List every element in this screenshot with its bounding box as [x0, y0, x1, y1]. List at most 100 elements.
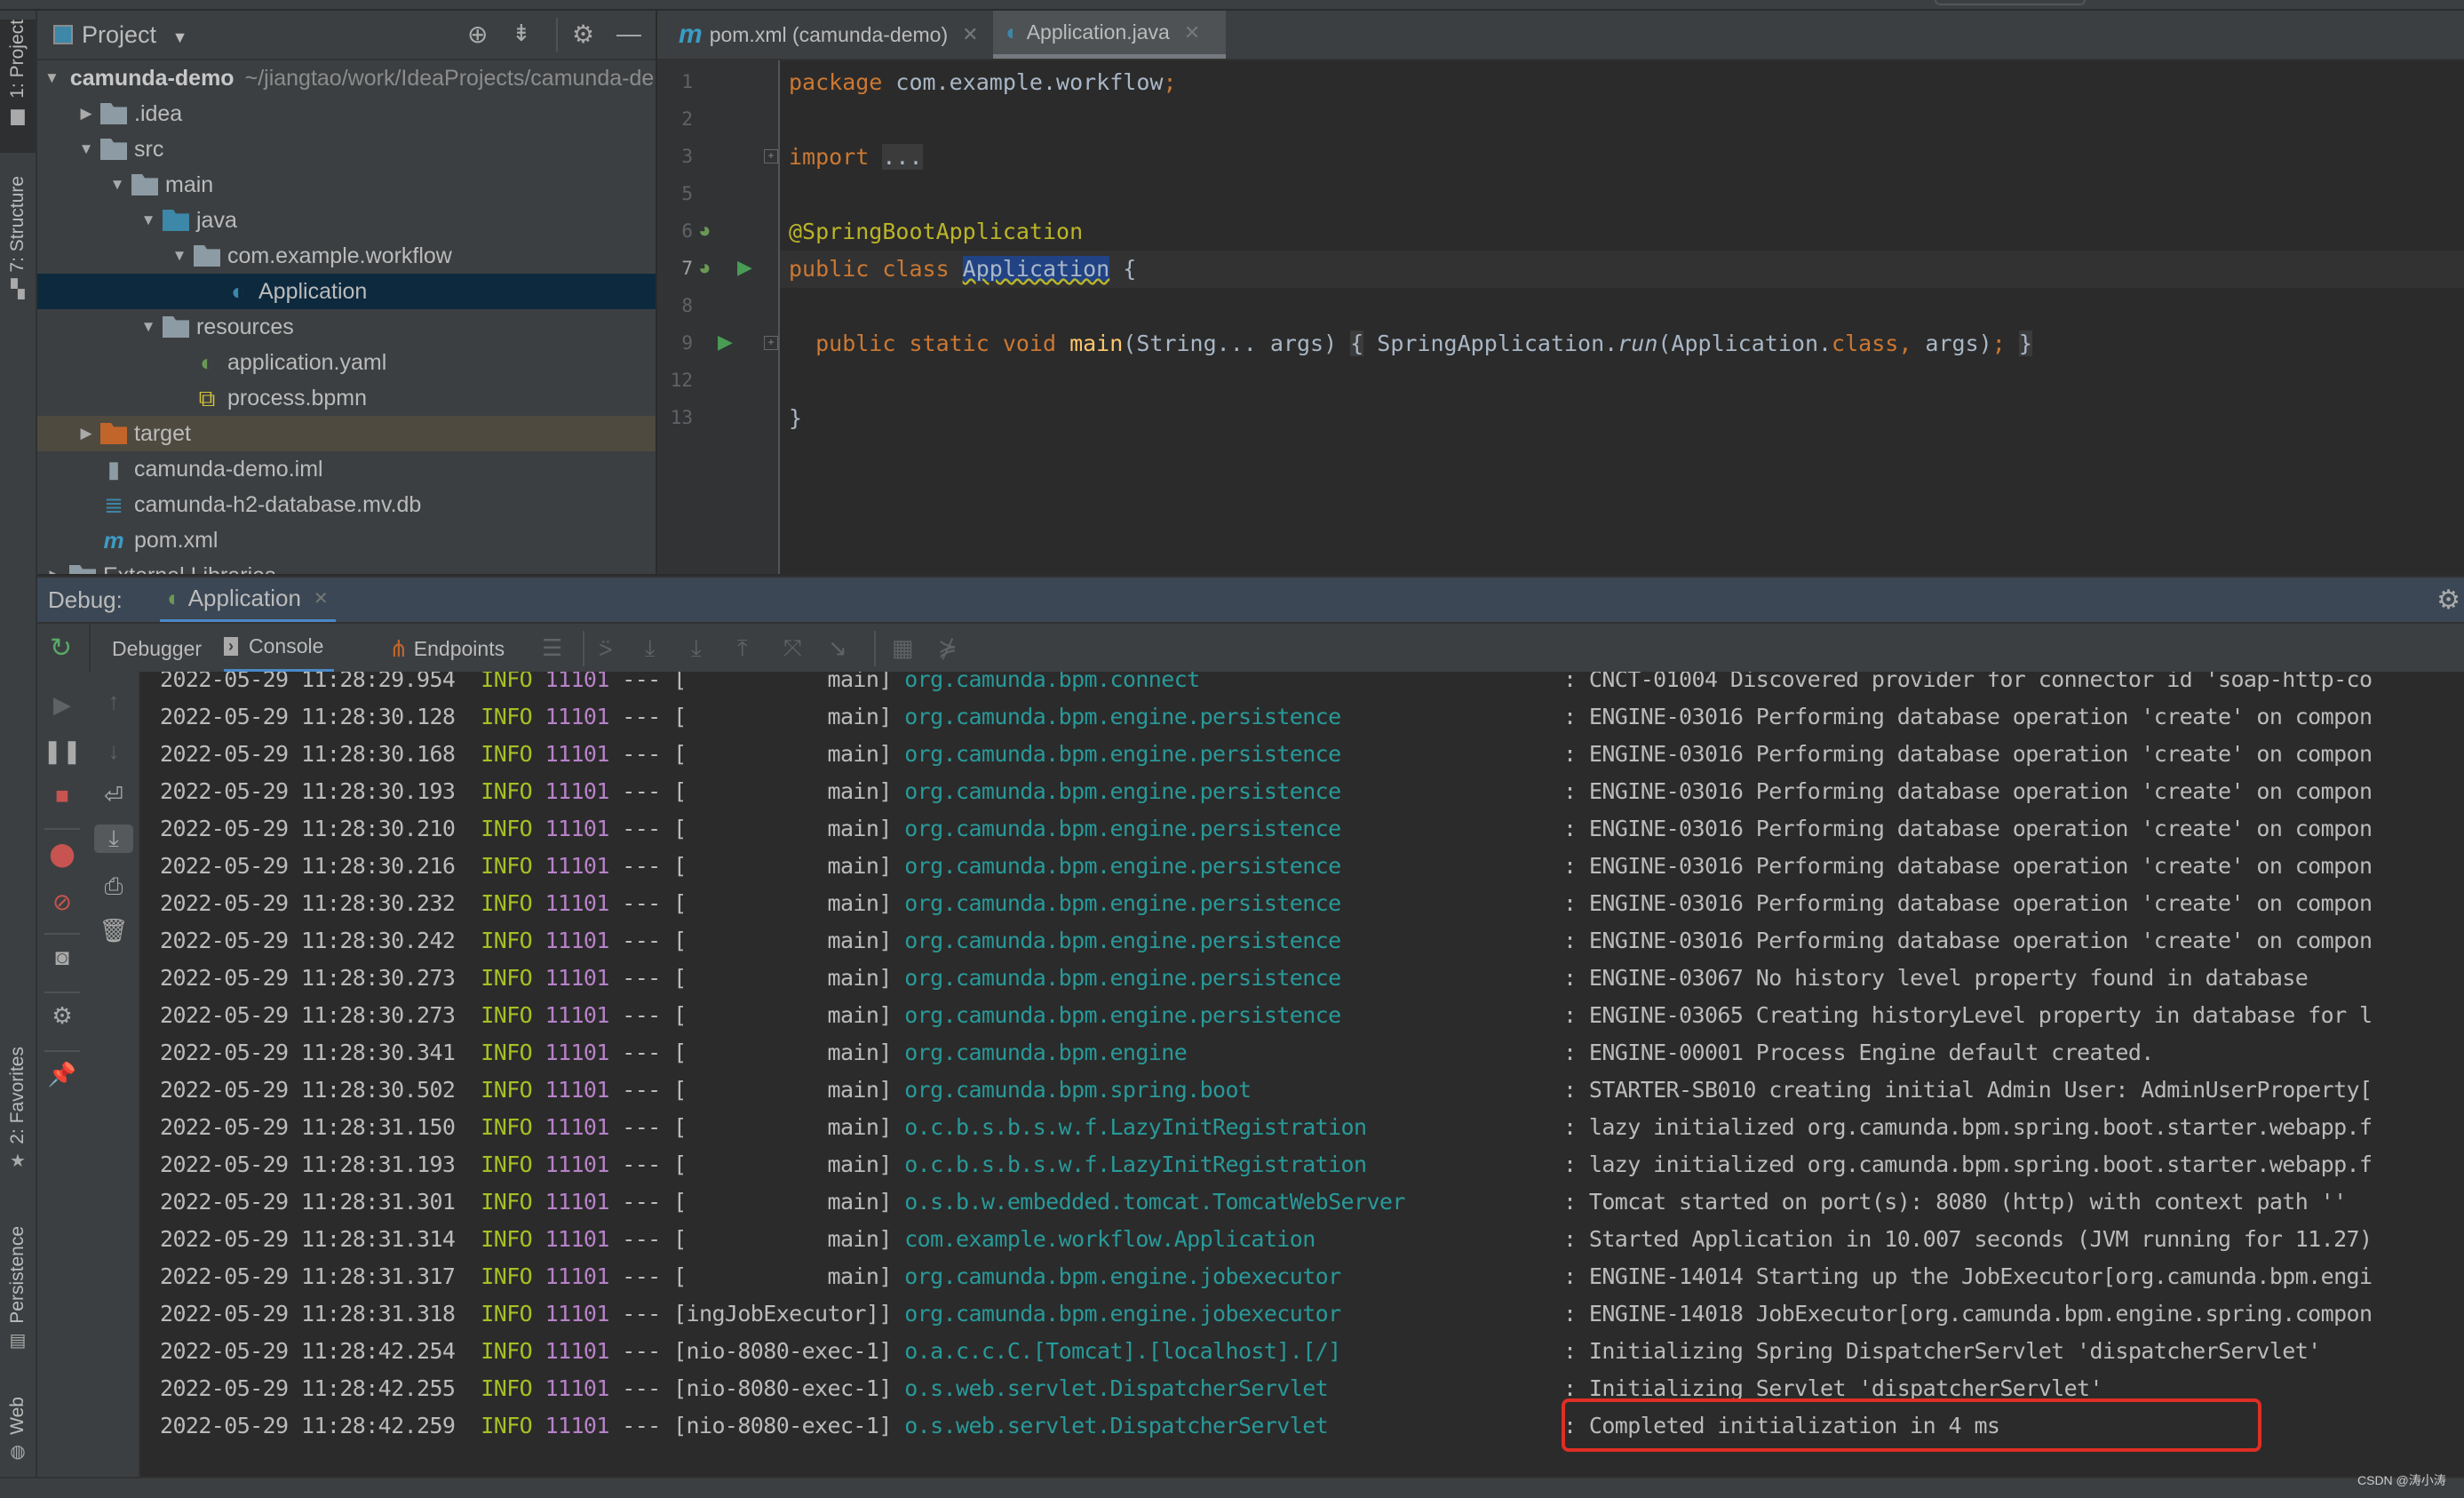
tab-application-java[interactable]: ◐ Application.java ✕	[993, 11, 1226, 59]
log-thread: [ main]	[673, 1226, 892, 1252]
step-out-icon[interactable]: ⤒	[737, 634, 748, 663]
tree-item-label: pom.xml	[134, 527, 219, 553]
spring-class-icon: ◐	[1005, 19, 1020, 45]
evaluate-expression-icon[interactable]: ▦	[892, 634, 914, 662]
drop-frame-icon[interactable]: ⤧	[783, 634, 802, 663]
trace-icon[interactable]: ⋡	[938, 634, 958, 662]
chevron-down-icon[interactable]: ▼	[138, 318, 159, 336]
chevron-right-icon[interactable]: ▶	[76, 105, 97, 123]
stripe-tab-web[interactable]: Web ◍	[0, 1397, 36, 1486]
tree-item[interactable]: ▼ java	[37, 203, 656, 238]
chevron-right-icon[interactable]: ▶	[44, 567, 66, 574]
code-line: import ...	[789, 144, 923, 170]
collapse-all-icon[interactable]: ⇟	[512, 20, 531, 47]
code-editor[interactable]: package com.example.workflow; import ... @…	[780, 60, 2464, 574]
stripe-tab-favorites[interactable]: 2: Favorites ★	[0, 1047, 36, 1198]
line-number: 8	[681, 295, 693, 316]
clear-icon[interactable]: 🗑	[89, 917, 139, 944]
pin-icon[interactable]: 📌	[37, 1061, 87, 1088]
chevron-right-icon[interactable]: ▶	[76, 425, 97, 442]
step-into-icon[interactable]: ⤓	[691, 634, 702, 663]
down-icon[interactable]: ↓	[89, 737, 139, 765]
gear-icon[interactable]: ⚙	[572, 20, 594, 49]
tree-item[interactable]: m pom.xml	[37, 522, 656, 558]
line-number: 2	[681, 108, 693, 130]
tree-item[interactable]: ≣ camunda-h2-database.mv.db	[37, 487, 656, 522]
tab-console[interactable]: › Console	[224, 624, 335, 673]
chevron-down-icon[interactable]: ▼	[76, 140, 97, 158]
tab-endpoints[interactable]: ⋔ Endpoints	[389, 624, 505, 673]
close-icon[interactable]: ✕	[1184, 21, 1200, 44]
stripe-tab-structure[interactable]: 7: Structure ▚	[0, 176, 36, 327]
code-token: ,	[1898, 331, 1926, 356]
locate-icon[interactable]: ⊕	[467, 20, 488, 49]
mute-breakpoints-icon[interactable]: ⊘	[37, 888, 87, 916]
log-separator	[892, 704, 904, 729]
view-breakpoints-icon[interactable]: ⬤	[37, 841, 87, 868]
fold-icon[interactable]: +	[764, 149, 778, 163]
chevron-down-icon[interactable]: ▼	[138, 211, 159, 229]
scroll-to-end-icon[interactable]: ⤓	[94, 825, 133, 853]
print-icon[interactable]: ⎙	[89, 873, 139, 901]
top-search-pill[interactable]	[1935, 0, 2086, 5]
tree-item[interactable]: ▼ src	[37, 131, 656, 167]
tree-item[interactable]: ▼ com.example.workflow	[37, 238, 656, 274]
tree-item[interactable]: ▼ camunda-demo ~/jiangtao/work/IdeaProject…	[37, 60, 656, 96]
up-icon[interactable]: ↑	[89, 688, 139, 715]
tree-item[interactable]: ◐ application.yaml	[37, 345, 656, 380]
close-icon[interactable]: ✕	[962, 23, 978, 46]
log-level: INFO	[481, 928, 533, 953]
tree-item[interactable]: ▶ External Libraries	[37, 558, 656, 574]
code-token: public static void	[789, 331, 1070, 356]
tree-item[interactable]: ▮ camunda-demo.iml	[37, 451, 656, 487]
code-token: com.example.workflow	[895, 69, 1164, 95]
tree-item[interactable]: ◐ Application	[37, 274, 656, 309]
chevron-down-icon[interactable]: ▼	[107, 176, 128, 194]
tree-item-label: camunda-demo.iml	[134, 456, 323, 482]
tree-item[interactable]: ▼ resources	[37, 309, 656, 345]
snapshot-icon[interactable]: ◙	[37, 944, 87, 971]
console-output[interactable]: 2022-05-29 11:28:29.954 INFO 11101 --- […	[140, 672, 2464, 1477]
tab-pom-xml[interactable]: m pom.xml (camunda-demo) ✕	[668, 11, 990, 59]
resume-icon[interactable]: ▶	[37, 691, 87, 719]
header-separator	[556, 18, 558, 52]
settings-icon[interactable]: ⚙	[37, 1002, 87, 1030]
show-execution-point-icon[interactable]: ⍩	[599, 634, 613, 663]
tree-item[interactable]: ▶ .idea	[37, 96, 656, 131]
log-separator	[455, 741, 481, 767]
step-over-icon[interactable]: ⤓	[645, 634, 656, 663]
minimize-icon[interactable]: —	[616, 20, 641, 48]
tree-item[interactable]: ▶ target	[37, 416, 656, 451]
stripe-tab-project[interactable]: 1: Project ▆	[0, 20, 36, 153]
rerun-icon[interactable]: ↻	[50, 633, 72, 664]
log-pid: 11101	[544, 1002, 610, 1028]
run-to-cursor-icon[interactable]: ↘	[828, 634, 847, 662]
run-gutter-icon[interactable]: ▶	[718, 331, 733, 354]
package-icon	[194, 245, 220, 267]
tree-item[interactable]: ⧉ process.bpmn	[37, 380, 656, 416]
log-line: 2022-05-29 11:28:42.255 INFO 11101 --- […	[160, 1375, 1329, 1401]
tab-debugger[interactable]: Debugger	[112, 624, 202, 673]
stop-icon[interactable]: ■	[37, 782, 87, 809]
project-view-selector[interactable]: Project ▼	[82, 21, 187, 49]
pause-icon[interactable]: ❚❚	[37, 737, 87, 765]
chevron-down-icon[interactable]: ▼	[44, 69, 60, 87]
fold-icon[interactable]: +	[764, 336, 778, 350]
chevron-down-icon[interactable]: ▼	[169, 247, 190, 265]
run-gutter-icon[interactable]: ▶	[737, 256, 752, 279]
close-icon[interactable]: ✕	[314, 587, 329, 610]
console-icon: ›	[224, 637, 238, 656]
threads-icon[interactable]: ☰	[542, 634, 562, 662]
line-number: 1	[681, 71, 693, 92]
gear-icon[interactable]: ⚙	[2436, 585, 2460, 616]
soft-wrap-icon[interactable]: ⏎	[89, 782, 139, 809]
spring-bean-icon[interactable]: ◕	[698, 256, 711, 281]
log-message: : ENGINE-14018 JobExecutor[org.camunda.b…	[1563, 1301, 2373, 1327]
spring-bean-icon[interactable]: ◕	[698, 219, 711, 243]
debug-label: Debug:	[48, 586, 123, 613]
debug-session-tab[interactable]: ◐ Application ✕	[160, 578, 336, 624]
stripe-tab-persistence[interactable]: Persistence ▤	[0, 1226, 36, 1377]
star-icon: ★	[10, 1151, 26, 1171]
line-number: 12	[670, 370, 693, 391]
tree-item[interactable]: ▼ main	[37, 167, 656, 203]
